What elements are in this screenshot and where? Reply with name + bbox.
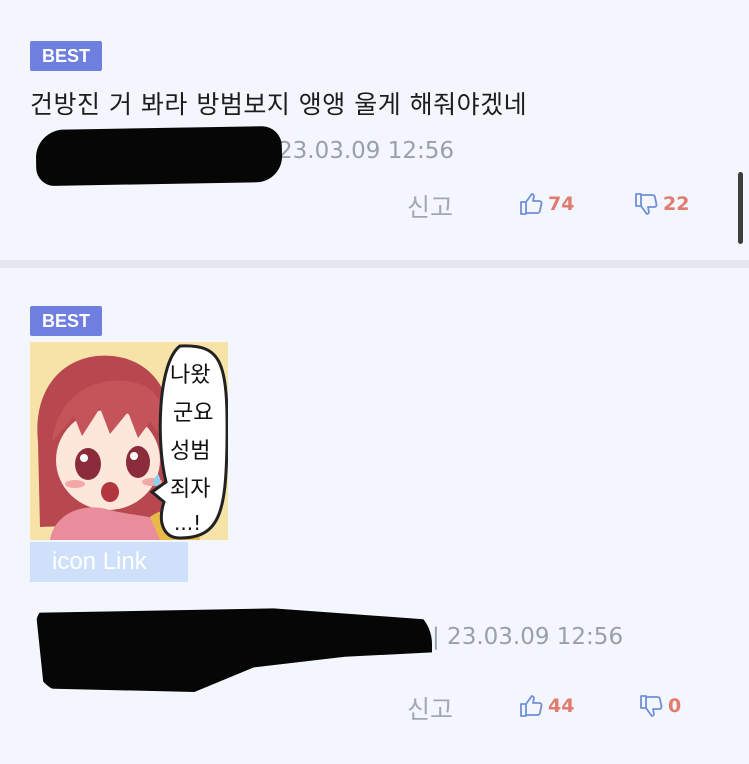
comment-item: BEST 건방진 거 봐라 방범보지 앵앵 울게 해줘야겠네 23.03.09 … bbox=[0, 0, 749, 260]
sticker-line-3: 성범 bbox=[170, 439, 210, 464]
scrollbar[interactable] bbox=[738, 172, 743, 244]
comment-divider bbox=[0, 260, 749, 268]
sticker-line-4: 죄자 bbox=[170, 477, 210, 502]
upvote-button[interactable]: 44 bbox=[518, 693, 574, 719]
downvote-button[interactable]: 22 bbox=[633, 191, 689, 217]
thumbs-down-icon bbox=[633, 191, 659, 217]
report-button[interactable]: 신고 bbox=[407, 690, 453, 726]
icon-link-button[interactable]: icon Link bbox=[30, 542, 188, 582]
upvote-button[interactable]: 74 bbox=[518, 191, 574, 217]
redacted-username bbox=[36, 608, 432, 692]
sticker-image: 나왔 군요 성범 죄자 ...! bbox=[30, 342, 228, 540]
redacted-username bbox=[35, 125, 283, 187]
downvote-count: 0 bbox=[668, 695, 682, 717]
report-button[interactable]: 신고 bbox=[407, 188, 453, 224]
thumbs-up-icon bbox=[518, 191, 544, 217]
thumbs-up-icon bbox=[518, 693, 544, 719]
best-badge: BEST bbox=[30, 306, 103, 336]
comment-timestamp: 23.03.09 12:56 bbox=[278, 138, 455, 164]
downvote-count: 22 bbox=[663, 193, 690, 215]
upvote-count: 74 bbox=[548, 193, 575, 215]
upvote-count: 44 bbox=[548, 695, 575, 717]
downvote-button[interactable]: 0 bbox=[638, 693, 681, 719]
sticker-line-2: 군요 bbox=[173, 401, 213, 426]
thumbs-down-icon bbox=[638, 693, 664, 719]
best-badge: BEST bbox=[30, 41, 103, 71]
sticker-line-1: 나왔 bbox=[170, 363, 210, 388]
comment-item: BEST 나왔 군요 성범 죄자 ...! icon Link | 23.03.… bbox=[0, 268, 749, 764]
sticker-line-5: ...! bbox=[174, 511, 201, 535]
comment-text: 건방진 거 봐라 방범보지 앵앵 울게 해줘야겠네 bbox=[30, 90, 528, 119]
comment-timestamp: | 23.03.09 12:56 bbox=[432, 624, 624, 650]
